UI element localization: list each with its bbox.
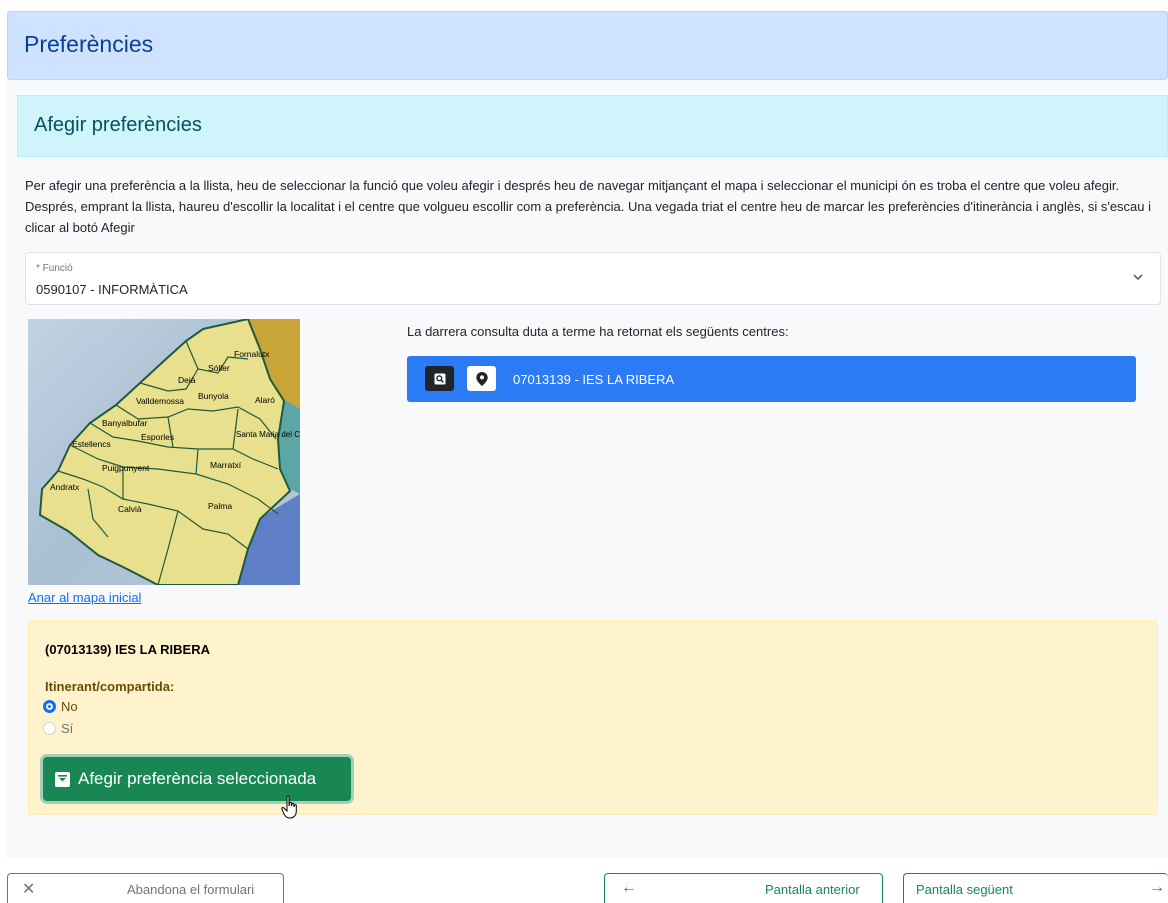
close-icon: ✕ bbox=[22, 881, 36, 898]
abandon-form-label: Abandona el formulari bbox=[127, 882, 255, 897]
section-title: Afegir preferències bbox=[34, 114, 202, 136]
selected-centre-title: (07013139) IES LA RIBERA bbox=[45, 642, 210, 657]
municipality-map[interactable]: Fornalutx Sóller Deià Valldemossa Bunyol… bbox=[28, 319, 300, 585]
map-marker-icon bbox=[475, 371, 488, 386]
chevron-down-icon bbox=[1133, 274, 1143, 281]
map-label-calvia: Calvià bbox=[118, 504, 142, 514]
map-label-puigpunyent: Puigpunyent bbox=[102, 463, 150, 473]
map-label-estellencs: Estellencs bbox=[72, 439, 111, 449]
radio-no[interactable]: No bbox=[43, 699, 78, 714]
funcio-value: 0590107 - INFORMÀTICA bbox=[36, 282, 188, 297]
page-title: Preferències bbox=[24, 31, 154, 57]
section-header: Afegir preferències bbox=[17, 95, 1168, 157]
map-label-soller: Sóller bbox=[208, 363, 230, 373]
result-item[interactable]: 07013139 - IES LA RIBERA bbox=[407, 356, 1136, 402]
add-preference-label: Afegir preferència seleccionada bbox=[78, 769, 317, 788]
next-screen-label: Pantalla següent bbox=[916, 882, 1013, 897]
radio-no-indicator[interactable] bbox=[43, 700, 56, 713]
map-label-marratxi: Marratxí bbox=[210, 460, 242, 470]
map-marker-button[interactable] bbox=[467, 366, 496, 391]
map-label-alaro: Alaró bbox=[255, 395, 275, 405]
previous-screen-label: Pantalla anterior bbox=[765, 882, 860, 897]
results-title: La darrera consulta duta a terme ha reto… bbox=[407, 324, 789, 339]
abandon-form-button[interactable]: ✕ Abandona el formulari bbox=[7, 873, 284, 903]
funcio-label: * Funció bbox=[36, 263, 73, 274]
hand-cursor-icon bbox=[281, 795, 297, 819]
result-label: 07013139 - IES LA RIBERA bbox=[513, 372, 675, 387]
previous-screen-button[interactable]: ← Pantalla anterior bbox=[604, 873, 883, 903]
radio-no-label: No bbox=[61, 699, 78, 714]
add-preference-button[interactable]: Afegir preferència seleccionada bbox=[43, 757, 351, 801]
radio-si[interactable]: Sí bbox=[43, 721, 73, 736]
map-label-valldemossa: Valldemossa bbox=[136, 396, 184, 406]
page-header: Preferències bbox=[7, 11, 1168, 80]
map-label-banyalbufar: Banyalbufar bbox=[102, 418, 148, 428]
map-label-palma: Palma bbox=[208, 501, 232, 511]
intro-text: Per afegir una preferència a la llista, … bbox=[25, 178, 1152, 235]
map-label-andratx: Andratx bbox=[50, 482, 80, 492]
next-screen-button[interactable]: Pantalla següent → bbox=[903, 873, 1168, 903]
map-label-deia: Deià bbox=[178, 375, 196, 385]
add-box-icon bbox=[55, 771, 70, 787]
funcio-select[interactable]: * Funció 0590107 - INFORMÀTICA bbox=[25, 252, 1161, 305]
arrow-left-icon: ← bbox=[621, 879, 637, 896]
radio-si-label: Sí bbox=[61, 721, 74, 736]
search-button[interactable] bbox=[425, 366, 454, 391]
map-label-santa-maria: Santa Maria del Camí bbox=[236, 430, 300, 439]
map-label-esporles: Esporles bbox=[141, 432, 174, 442]
initial-map-link[interactable]: Anar al mapa inicial bbox=[28, 590, 141, 605]
map-label-bunyola: Bunyola bbox=[198, 391, 229, 401]
map-label-fornalutx: Fornalutx bbox=[234, 349, 270, 359]
itinerant-label: Itinerant/compartida: bbox=[45, 679, 175, 694]
search-icon bbox=[434, 373, 445, 384]
selected-centre-panel: (07013139) IES LA RIBERA Itinerant/compa… bbox=[28, 620, 1158, 815]
arrow-right-icon: → bbox=[1149, 879, 1165, 896]
radio-si-indicator[interactable] bbox=[43, 722, 56, 735]
